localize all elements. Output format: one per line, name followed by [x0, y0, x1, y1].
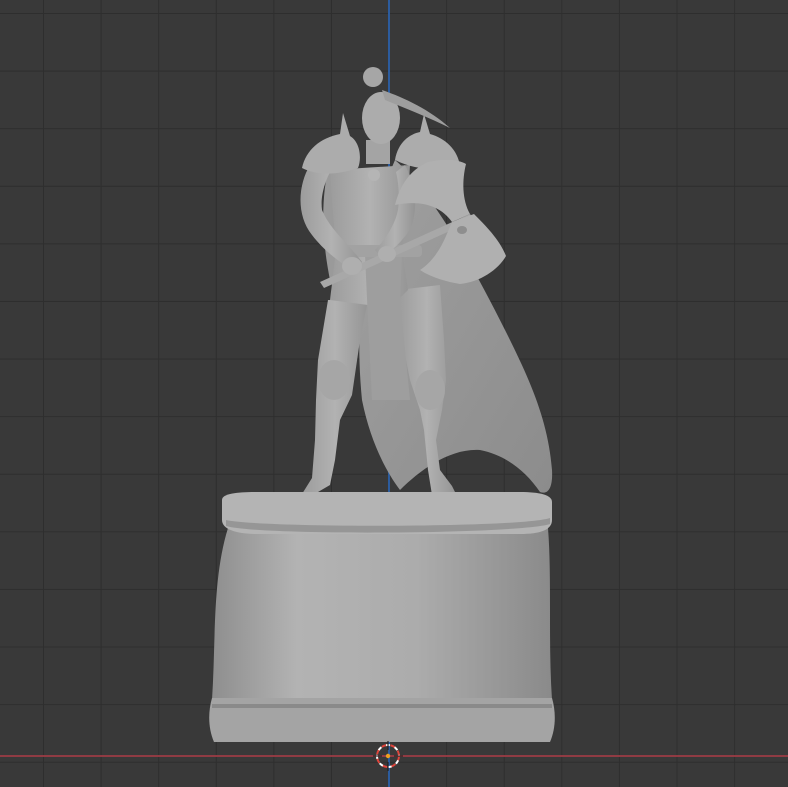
- topknot: [363, 67, 383, 87]
- amulet: [368, 169, 380, 181]
- pedestal-body: [212, 528, 552, 700]
- right-pauldron: [302, 113, 360, 174]
- right-hand: [342, 257, 362, 275]
- pedestal-base-line: [212, 704, 552, 708]
- 3d-viewport[interactable]: [0, 0, 788, 787]
- left-hand: [378, 246, 396, 262]
- right-knee-guard: [415, 370, 445, 410]
- 3d-cursor-icon[interactable]: [373, 741, 403, 771]
- left-knee-guard: [318, 360, 350, 400]
- sculpt-model[interactable]: [0, 0, 788, 787]
- origin-dot: [385, 753, 391, 759]
- axe-slot-1: [457, 226, 467, 234]
